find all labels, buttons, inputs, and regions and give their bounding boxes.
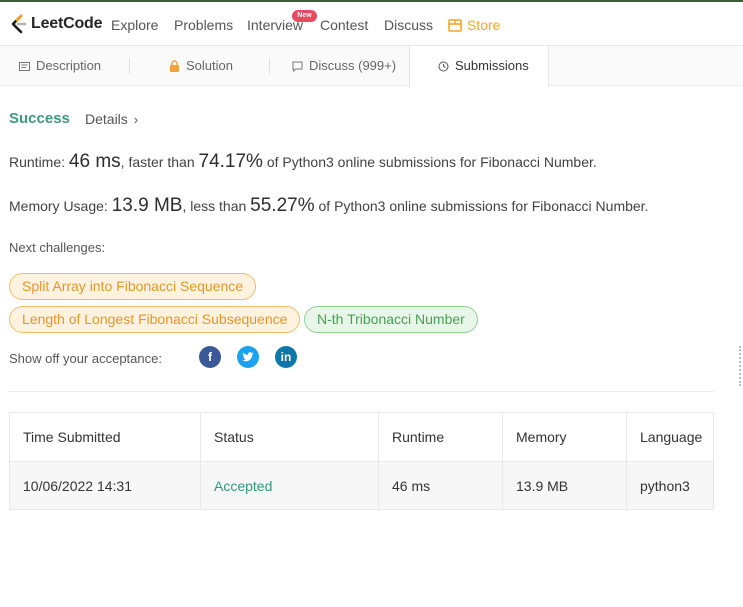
runtime-label: Runtime: (9, 154, 69, 170)
cell-status-link[interactable]: Accepted (200, 462, 378, 509)
challenge-chip[interactable]: Length of Longest Fibonacci Subsequence (9, 306, 301, 333)
store-label: Store (467, 17, 501, 33)
twitter-bird-icon (242, 352, 254, 362)
header-runtime: Runtime (378, 413, 502, 461)
submission-table: Time Submitted Status Runtime Memory Lan… (9, 412, 714, 510)
memory-mid-text: , less than (182, 198, 251, 214)
section-divider (9, 391, 714, 392)
challenge-chip[interactable]: N-th Tribonacci Number (304, 306, 478, 333)
runtime-mid-text: , faster than (120, 154, 199, 170)
details-link[interactable]: Details › (85, 111, 138, 127)
clock-icon (438, 61, 449, 72)
share-label: Show off your acceptance: (9, 351, 162, 366)
brand-name: LeetCode (31, 15, 103, 32)
header-language: Language (626, 413, 713, 461)
tab-description[interactable]: Description (19, 46, 101, 86)
store-icon (448, 19, 462, 32)
challenge-chip[interactable]: Split Array into Fibonacci Sequence (9, 273, 257, 300)
cell-memory: 13.9 MB (502, 462, 626, 509)
result-status: Success (9, 110, 70, 127)
leetcode-logo-icon (11, 14, 27, 34)
tab-submissions[interactable]: Submissions (409, 46, 549, 87)
chevron-right-icon: › (133, 112, 139, 127)
tab-solution[interactable]: Solution (169, 46, 233, 86)
tab-separator (269, 58, 270, 74)
memory-label: Memory Usage: (9, 198, 112, 214)
memory-percentile: 55.27% (250, 195, 315, 216)
nav-store[interactable]: Store (448, 17, 500, 33)
twitter-icon[interactable] (237, 346, 259, 368)
linkedin-icon[interactable]: in (275, 346, 297, 368)
top-navbar: LeetCode Explore Problems Interview New … (0, 0, 743, 46)
comment-icon (292, 61, 303, 73)
tab-discuss-label: Discuss (999+) (309, 58, 397, 73)
memory-value: 13.9 MB (111, 195, 183, 216)
memory-tail-text: of Python3 online submissions for Fibona… (314, 198, 649, 214)
nav-problems[interactable]: Problems (174, 17, 233, 33)
nav-explore[interactable]: Explore (111, 17, 158, 33)
cell-language: python3 (626, 462, 713, 509)
header-time-submitted: Time Submitted (23, 429, 121, 445)
table-header-row: Time Submitted Status Runtime Memory Lan… (10, 413, 713, 461)
cell-runtime: 46 ms (378, 462, 502, 509)
tab-description-label: Description (36, 58, 102, 73)
tab-submissions-label: Submissions (455, 58, 529, 73)
next-challenges-label: Next challenges: (9, 240, 106, 255)
details-label: Details (85, 111, 128, 127)
lock-icon (170, 60, 179, 72)
description-icon (19, 62, 30, 71)
memory-stat: Memory Usage: 13.9 MB, less than 55.27% … (9, 195, 648, 217)
facebook-icon[interactable]: f (199, 346, 221, 368)
nav-contest[interactable]: Contest (320, 17, 368, 33)
problem-tabs: Description Solution Discuss (999+) Subm… (0, 46, 743, 87)
new-badge: New (292, 10, 317, 22)
runtime-stat: Runtime: 46 ms, faster than 74.17% of Py… (9, 151, 597, 173)
leetcode-logo[interactable]: LeetCode (10, 14, 103, 34)
runtime-percentile: 74.17% (198, 151, 263, 172)
tab-solution-label: Solution (186, 58, 233, 73)
runtime-value: 46 ms (68, 151, 121, 172)
table-row: 10/06/2022 14:31 Accepted 46 ms 13.9 MB … (10, 461, 713, 509)
runtime-tail-text: of Python3 online submissions for Fibona… (262, 154, 597, 170)
panel-resize-handle[interactable] (739, 346, 741, 386)
tab-separator (129, 58, 130, 74)
nav-discuss[interactable]: Discuss (384, 17, 433, 33)
header-memory: Memory (502, 413, 626, 461)
cell-time-submitted: 10/06/2022 14:31 (23, 478, 132, 494)
header-status: Status (200, 413, 378, 461)
tab-discuss[interactable]: Discuss (999+) (292, 46, 396, 86)
